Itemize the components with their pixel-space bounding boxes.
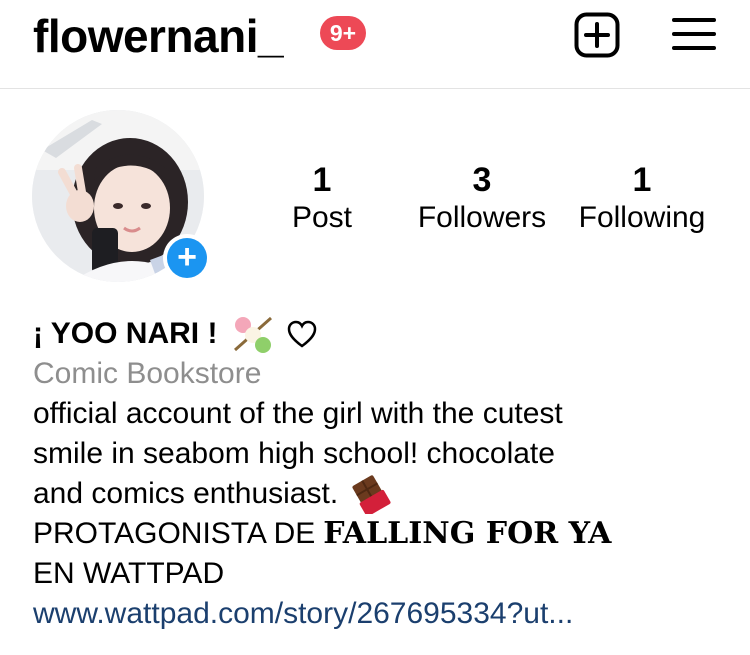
profile-category: Comic Bookstore: [33, 357, 262, 390]
heart-icon: [288, 320, 317, 348]
add-story-button[interactable]: +: [163, 234, 211, 282]
bio-line-1: official account of the girl with the cu…: [33, 397, 563, 430]
profile-bio: ¡ YOO NARI ! Comic Bookstore official ac…: [33, 314, 733, 634]
menu-button[interactable]: [670, 12, 718, 58]
profile-avatar-container[interactable]: +: [32, 110, 211, 282]
username-title[interactable]: flowernani_: [33, 8, 284, 64]
following-label: Following: [578, 201, 706, 234]
bio-line-5: EN WATTPAD: [33, 557, 225, 590]
chocolate-emoji: [352, 475, 391, 514]
top-bar: flowernani_ 9+: [0, 0, 750, 89]
bio-line-4-row: PROTAGONISTA DE FALLING FOR YA: [33, 514, 733, 554]
profile-link[interactable]: www.wattpad.com/story/267695334?ut...: [33, 594, 733, 634]
followers-count: 3: [472, 161, 492, 199]
bio-line-2: smile in seabom high school! chocolate: [33, 437, 555, 470]
posts-count: 1: [312, 161, 332, 199]
following-stat[interactable]: 1 Following: [566, 160, 718, 236]
posts-stat[interactable]: 1 Post: [262, 160, 382, 236]
bio-line-3: and comics enthusiast.: [33, 477, 339, 510]
display-name: ¡ YOO NARI !: [33, 317, 218, 350]
dango-emoji: [234, 316, 273, 353]
hamburger-menu-icon: [672, 18, 716, 50]
following-count: 1: [632, 161, 652, 199]
posts-label: Post: [291, 201, 353, 234]
new-post-icon: [574, 12, 620, 58]
bio-line-4-prefix: PROTAGONISTA DE: [33, 517, 316, 550]
new-post-button[interactable]: [574, 12, 620, 58]
followers-stat[interactable]: 3 Followers: [404, 160, 560, 236]
bio-line-4-title: FALLING FOR YA: [323, 516, 612, 551]
notification-badge[interactable]: 9+: [320, 16, 366, 50]
display-name-row: ¡ YOO NARI !: [33, 314, 733, 354]
bio-line-3-row: and comics enthusiast.: [33, 474, 733, 514]
followers-label: Followers: [417, 201, 547, 234]
add-story-icon: +: [167, 238, 207, 278]
